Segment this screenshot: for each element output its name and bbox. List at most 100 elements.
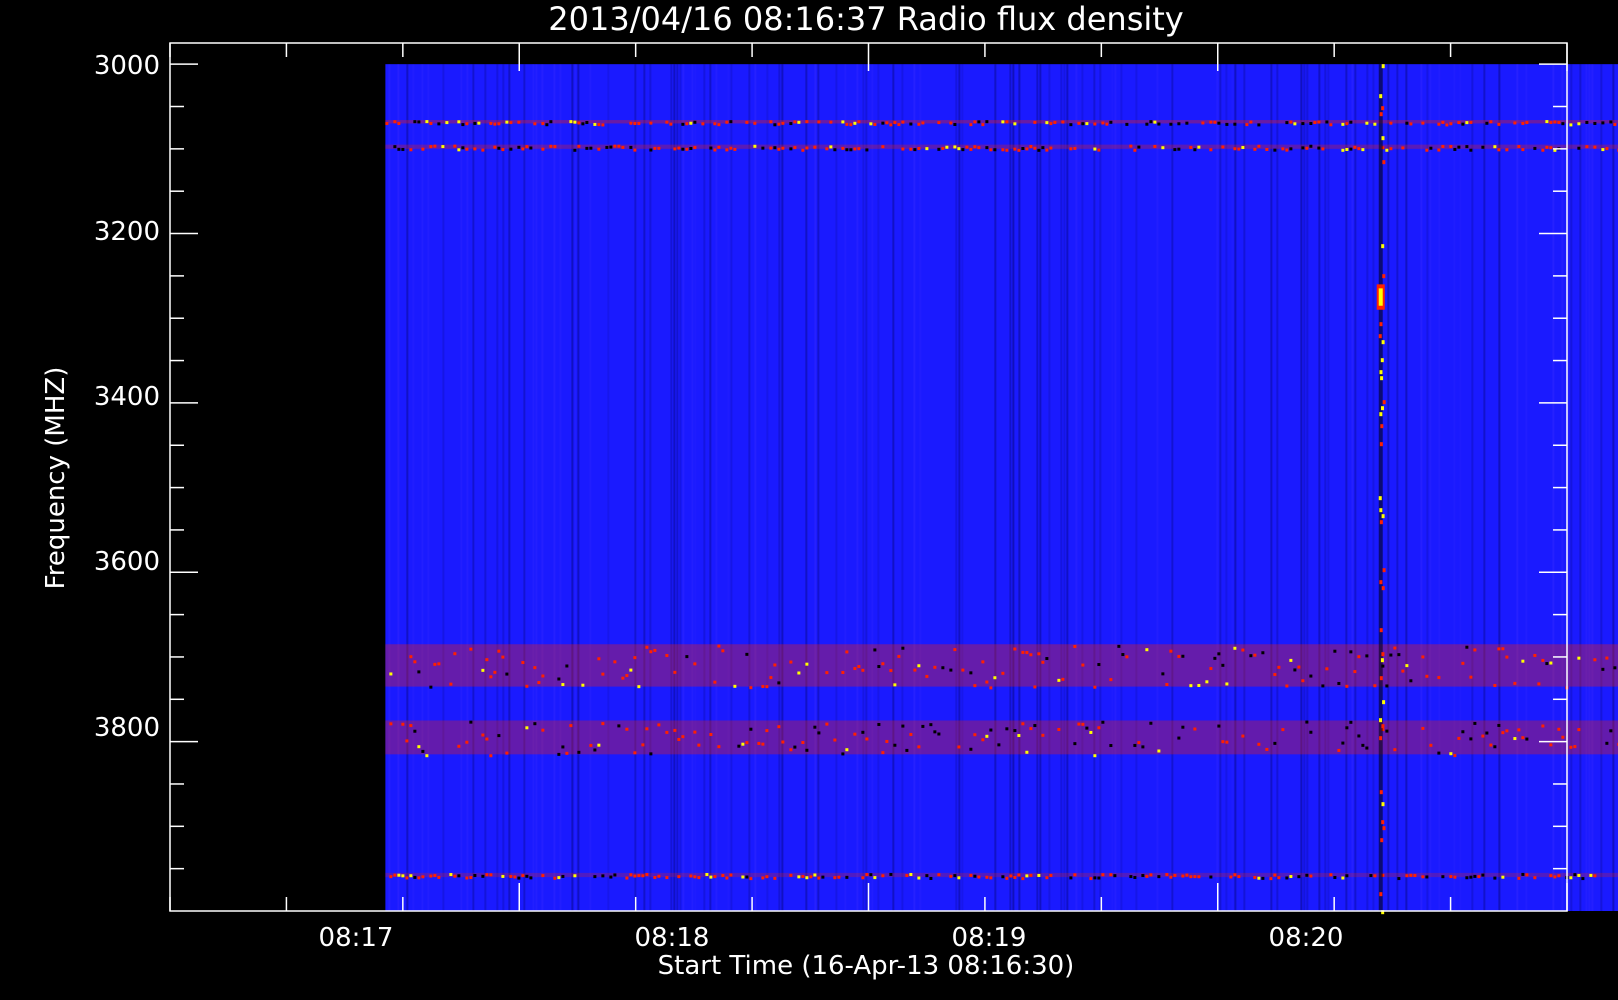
heatmap-speckle [1197, 875, 1201, 879]
heatmap-speckle [1161, 672, 1165, 676]
heatmap-speckle [1481, 734, 1485, 738]
heatmap-texture [778, 64, 781, 912]
heatmap-speckle [541, 147, 545, 151]
heatmap-speckle [925, 674, 929, 678]
heatmap-speckle [877, 722, 881, 726]
heatmap-texture [682, 64, 685, 912]
heatmap-burst-speck [1379, 94, 1383, 99]
heatmap-speckle [765, 685, 769, 689]
heatmap-speckle [1097, 663, 1101, 667]
heatmap-speckle [693, 875, 697, 879]
heatmap-speckle [761, 876, 765, 880]
heatmap-speckle [1233, 147, 1237, 151]
heatmap-speckle [1045, 657, 1049, 661]
heatmap-speckle [1297, 875, 1301, 879]
heatmap-speckle [1133, 875, 1137, 879]
heatmap-speckle [677, 737, 681, 741]
heatmap-speckle [509, 121, 513, 125]
heatmap-burst-speck [1378, 334, 1382, 339]
y-tick-label: 3200 [94, 217, 160, 247]
heatmap-speckle [1145, 648, 1149, 652]
heatmap-speckle [1601, 148, 1605, 152]
heatmap-speckle [913, 668, 917, 672]
heatmap-speckle [745, 120, 749, 124]
heatmap-speckle [573, 148, 577, 152]
heatmap-speckle [845, 122, 849, 126]
heatmap-speckle [1489, 743, 1493, 747]
heatmap-speckle [1429, 146, 1433, 150]
y-axis-label: Frequency (MHZ) [41, 367, 71, 590]
heatmap-texture [1351, 64, 1354, 912]
heatmap-speckle [1273, 873, 1277, 877]
heatmap-speckle [1301, 679, 1305, 683]
heatmap-speckle [725, 148, 729, 152]
heatmap-speckle [1349, 720, 1353, 724]
heatmap-speckle [1365, 654, 1369, 658]
heatmap-texture [460, 64, 463, 912]
heatmap-speckle [1061, 677, 1065, 681]
heatmap-speckle [1577, 656, 1581, 660]
heatmap-speckle [1457, 121, 1461, 125]
heatmap-speckle [1473, 648, 1477, 652]
heatmap-speckle [833, 148, 837, 152]
heatmap-speckle [805, 876, 809, 880]
heatmap-speckle [1357, 734, 1361, 738]
heatmap-speckle [921, 724, 925, 728]
heatmap-speckle [1457, 736, 1461, 740]
heatmap-texture [913, 64, 916, 912]
heatmap-speckle [1153, 144, 1157, 148]
heatmap-speckle [1553, 875, 1557, 879]
heatmap-speckle [1573, 745, 1577, 749]
heatmap-speckle [501, 148, 505, 152]
heatmap-speckle [1189, 684, 1193, 688]
heatmap-texture [535, 64, 538, 912]
heatmap-speckle [393, 145, 397, 149]
heatmap-speckle [1389, 653, 1393, 657]
heatmap-speckle [1461, 122, 1465, 126]
heatmap-speckle [689, 121, 693, 125]
heatmap-speckle [621, 676, 625, 680]
heatmap-speckle [1409, 122, 1413, 126]
x-tick-label: 08:17 [319, 923, 394, 953]
heatmap-speckle [709, 732, 713, 736]
heatmap-speckle [437, 662, 441, 666]
heatmap-speckle [1141, 745, 1145, 749]
heatmap-speckle [525, 145, 529, 149]
heatmap-speckle [845, 148, 849, 152]
heatmap-speckle [961, 148, 965, 152]
heatmap-speckle [1505, 148, 1509, 152]
heatmap-texture [805, 64, 808, 912]
heatmap-speckle [405, 739, 409, 743]
heatmap-speckle [949, 668, 953, 672]
heatmap-speckle [469, 647, 473, 651]
heatmap-speckle [1081, 122, 1085, 126]
heatmap-speckle [841, 146, 845, 150]
heatmap-speckle [629, 668, 633, 672]
heatmap-speckle [801, 740, 805, 744]
heatmap-texture [715, 64, 718, 912]
heatmap-speckle [1305, 146, 1309, 150]
heatmap-speckle [1385, 729, 1389, 733]
heatmap-speckle [501, 874, 505, 878]
heatmap-speckle [561, 745, 565, 749]
heatmap-texture [1570, 64, 1573, 912]
heatmap-speckle [1609, 729, 1613, 733]
heatmap-speckle [1233, 646, 1237, 650]
heatmap-speckle [1601, 667, 1605, 671]
heatmap-speckle [1017, 734, 1021, 738]
heatmap-speckle [1497, 148, 1501, 152]
heatmap-speckle [969, 873, 973, 877]
heatmap-speckle [457, 120, 461, 124]
heatmap-burst-speck [1380, 376, 1384, 381]
heatmap-speckle [1593, 145, 1597, 149]
heatmap-speckle [1257, 876, 1261, 880]
heatmap-speckle [889, 669, 893, 673]
heatmap-speckle [1261, 876, 1265, 880]
heatmap-speckle [645, 873, 649, 877]
heatmap-speckle [1473, 874, 1477, 878]
heatmap-speckle [481, 148, 485, 152]
heatmap-speckle [1113, 874, 1117, 878]
heatmap-speckle [833, 738, 837, 742]
heatmap-speckle [1401, 669, 1405, 673]
heatmap-speckle [1029, 144, 1033, 148]
